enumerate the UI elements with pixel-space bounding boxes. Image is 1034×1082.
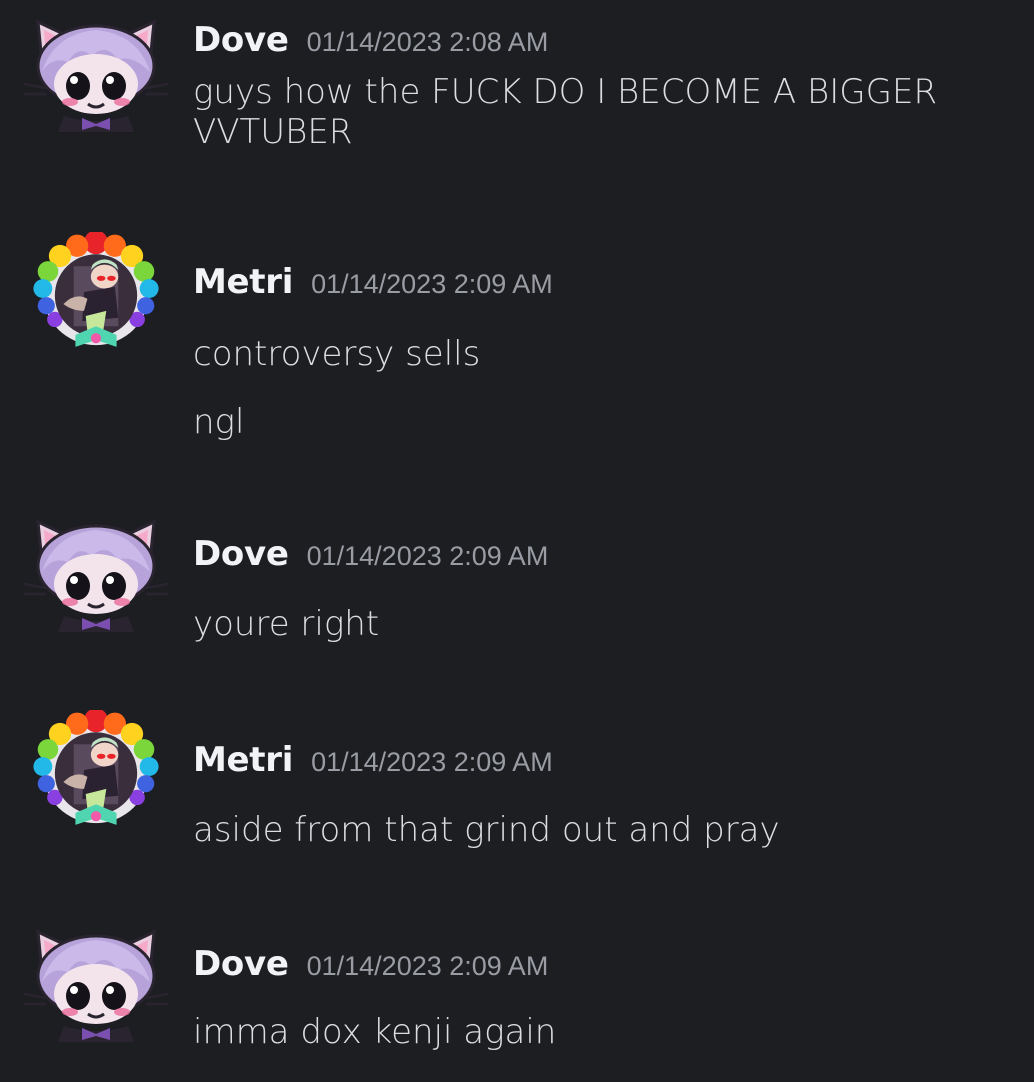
dove-avatar-image <box>22 14 170 134</box>
message-text: guys how the FUCK DO I BECOME A BIGGER V… <box>193 72 938 152</box>
message-timestamp: 01/14/2023 2:09 AM <box>311 747 553 777</box>
message-header: Dove 01/14/2023 2:08 AM <box>193 20 548 60</box>
message-header: Metri 01/14/2023 2:09 AM <box>193 740 553 780</box>
message-text: controversy sells <box>193 334 481 374</box>
author-name[interactable]: Dove <box>193 20 289 60</box>
author-name[interactable]: Dove <box>193 534 289 574</box>
message-timestamp: 01/14/2023 2:09 AM <box>306 951 549 981</box>
author-name[interactable]: Metri <box>193 262 293 302</box>
message-text: ngl <box>193 402 245 442</box>
metri-avatar[interactable] <box>22 232 170 352</box>
message-timestamp: 01/14/2023 2:09 AM <box>306 541 549 571</box>
message-header: Dove 01/14/2023 2:09 AM <box>193 534 548 574</box>
message-text: imma dox kenji again <box>193 1012 557 1052</box>
author-name[interactable]: Metri <box>193 740 293 780</box>
message-header: Dove 01/14/2023 2:09 AM <box>193 944 548 984</box>
message-header: Metri 01/14/2023 2:09 AM <box>193 262 553 302</box>
message-text: aside from that grind out and pray <box>193 810 780 850</box>
metri-avatar-image <box>22 232 170 352</box>
message-text: youre right <box>193 604 380 644</box>
dove-avatar[interactable] <box>22 14 170 134</box>
metri-avatar[interactable] <box>22 710 170 830</box>
metri-avatar-image <box>22 710 170 830</box>
dove-avatar-image <box>22 924 170 1044</box>
message-timestamp: 01/14/2023 2:08 AM <box>306 27 549 57</box>
dove-avatar-image <box>22 514 170 634</box>
dove-avatar[interactable] <box>22 924 170 1044</box>
dove-avatar[interactable] <box>22 514 170 634</box>
author-name[interactable]: Dove <box>193 944 289 984</box>
message-timestamp: 01/14/2023 2:09 AM <box>311 269 553 299</box>
